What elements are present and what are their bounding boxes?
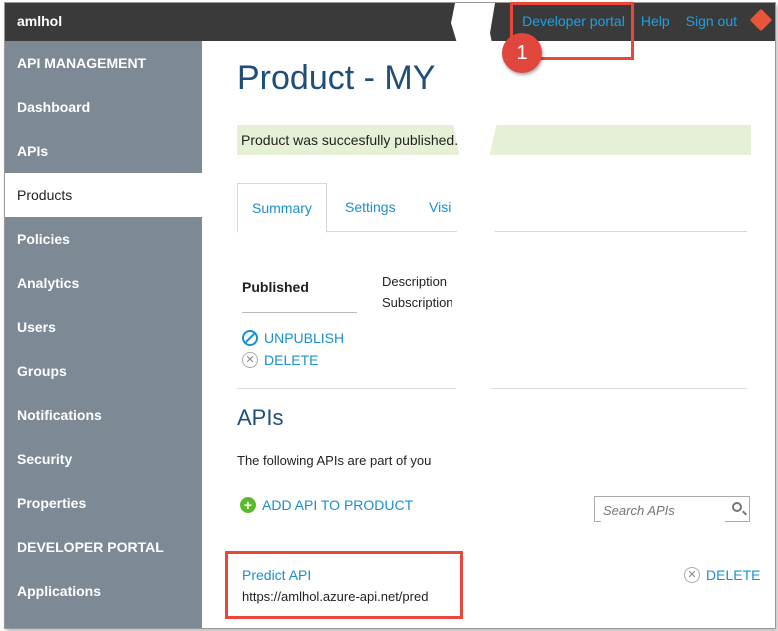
status-underline bbox=[242, 312, 357, 313]
sidebar-item-properties[interactable]: Properties bbox=[5, 481, 202, 525]
sidebar-item-analytics[interactable]: Analytics bbox=[5, 261, 202, 305]
service-name: amlhol bbox=[17, 13, 63, 29]
details-labels: Description Subscription bbox=[382, 271, 452, 313]
close-icon: ✕ bbox=[242, 352, 258, 368]
predict-api-highlight bbox=[225, 551, 463, 619]
delete-api-label: DELETE bbox=[706, 567, 761, 583]
block-icon bbox=[242, 330, 258, 346]
sidebar-item-products[interactable]: Products bbox=[5, 173, 202, 217]
git-icon[interactable] bbox=[749, 8, 773, 32]
page-title: Product - MY bbox=[237, 59, 436, 97]
tab-settings[interactable]: Settings bbox=[345, 183, 396, 231]
sidebar-header-api-management: API MANAGEMENT bbox=[17, 55, 147, 71]
sidebar-item-security[interactable]: Security bbox=[5, 437, 202, 481]
sidebar-item-applications[interactable]: Applications bbox=[5, 569, 202, 613]
close-icon: ✕ bbox=[684, 567, 700, 583]
sidebar-item-groups[interactable]: Groups bbox=[5, 349, 202, 393]
apis-description: The following APIs are part of you bbox=[237, 453, 432, 468]
apis-section-title: APIs bbox=[237, 405, 284, 430]
help-link[interactable]: Help bbox=[641, 13, 670, 29]
step-badge: 1 bbox=[502, 33, 542, 73]
status-label: Published bbox=[242, 279, 309, 295]
delete-product-button[interactable]: ✕ DELETE bbox=[242, 352, 318, 368]
description-label: Description bbox=[382, 274, 448, 289]
sidebar-header-developer-portal: DEVELOPER PORTAL bbox=[17, 539, 164, 555]
search-apis-box bbox=[594, 496, 750, 522]
sidebar-item-policies[interactable]: Policies bbox=[5, 217, 202, 261]
torn-edge bbox=[451, 3, 499, 628]
sidebar-item-dashboard[interactable]: Dashboard bbox=[5, 85, 202, 129]
add-api-label: ADD API TO PRODUCT bbox=[262, 497, 414, 513]
sidebar-item-users[interactable]: Users bbox=[5, 305, 202, 349]
delete-api-button[interactable]: ✕ DELETE bbox=[684, 567, 760, 583]
sidebar-item-apis[interactable]: APIs bbox=[5, 129, 202, 173]
window-frame: amlhol Developer portal Help Sign out AP… bbox=[4, 2, 776, 629]
sidebar: API MANAGEMENT Dashboard APIs Products P… bbox=[5, 41, 202, 628]
tab-visibility[interactable]: Visi bbox=[429, 183, 451, 231]
sign-out-link[interactable]: Sign out bbox=[686, 13, 737, 29]
top-bar: amlhol Developer portal Help Sign out bbox=[5, 3, 775, 41]
unpublish-label: UNPUBLISH bbox=[264, 330, 345, 346]
add-api-button[interactable]: + ADD API TO PRODUCT bbox=[240, 497, 413, 513]
search-icon[interactable] bbox=[732, 502, 742, 512]
tab-summary[interactable]: Summary bbox=[237, 183, 327, 233]
subscription-label: Subscription bbox=[382, 295, 452, 310]
search-input[interactable] bbox=[601, 498, 725, 522]
plus-icon: + bbox=[240, 497, 256, 513]
delete-label: DELETE bbox=[264, 352, 319, 368]
sidebar-item-notifications[interactable]: Notifications bbox=[5, 393, 202, 437]
unpublish-button[interactable]: UNPUBLISH bbox=[242, 330, 344, 346]
